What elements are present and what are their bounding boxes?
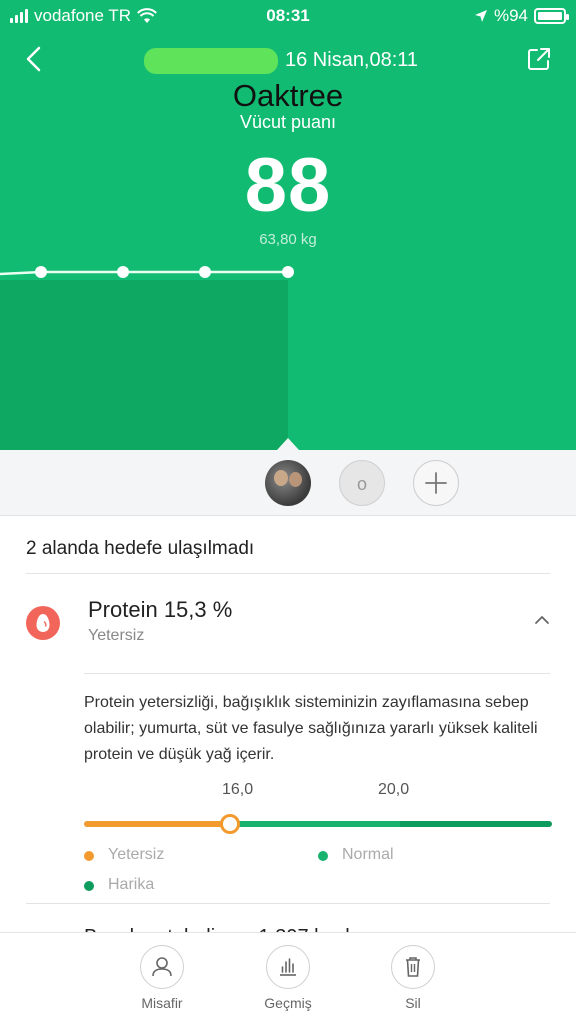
- user-icon: [152, 957, 172, 977]
- share-icon[interactable]: [526, 46, 552, 72]
- user-switcher: o: [0, 438, 576, 516]
- nav-delete-label: Sil: [405, 995, 421, 1011]
- avatar[interactable]: [265, 460, 311, 506]
- protein-icon: [26, 606, 60, 640]
- selection-pointer: [277, 438, 299, 450]
- trash-icon: [406, 957, 420, 977]
- range-normal: [230, 821, 400, 827]
- range-insufficient: [84, 821, 230, 827]
- scale-tick-label: 20,0: [378, 781, 410, 798]
- legend-dot-insufficient: [84, 851, 94, 861]
- trend-point: [35, 266, 47, 278]
- metric-description: Protein yetersizliği, bağışıklık sistemi…: [84, 694, 538, 763]
- bar-chart-icon: [280, 958, 296, 976]
- goal-summary: 2 alanda hedefe ulaşılmadı: [26, 538, 255, 559]
- nav-delete[interactable]: Sil: [373, 945, 453, 1011]
- nav-history[interactable]: Geçmiş: [248, 945, 328, 1011]
- legend-dot-great: [84, 881, 94, 891]
- nav-delete-circle: [391, 945, 435, 989]
- body-score-value: 88: [244, 143, 332, 228]
- body-score-header: vodafone TR 08:31 %94 16 Nisan,08:11 Oak…: [0, 0, 576, 450]
- range-great: [400, 821, 552, 827]
- location-arrow-icon: [474, 10, 487, 22]
- trend-point: [282, 266, 294, 278]
- nav-history-label: Geçmiş: [264, 995, 312, 1011]
- legend-normal: Normal: [342, 846, 394, 863]
- egg-icon: [36, 614, 50, 632]
- nav-history-circle: [266, 945, 310, 989]
- weight-value: 63,80 kg: [259, 231, 317, 248]
- trend-point: [199, 266, 211, 278]
- bottom-nav: Misafir Geçmiş Sil: [0, 932, 576, 1024]
- metric-title: Protein 15,3 %: [88, 597, 233, 622]
- nav-guest[interactable]: Misafir: [122, 945, 202, 1011]
- score-trend-chart: [0, 260, 576, 450]
- protein-range-scale: [84, 814, 552, 834]
- redacted-name-mark: [144, 48, 278, 74]
- status-bar: vodafone TR 08:31 %94: [0, 0, 576, 32]
- nav-guest-label: Misafir: [141, 995, 183, 1011]
- status-right: %94: [474, 6, 569, 26]
- back-icon[interactable]: [20, 44, 50, 74]
- plus-icon: [425, 472, 447, 494]
- divider: [26, 903, 550, 904]
- scale-tick-label: 16,0: [222, 781, 254, 798]
- user-o-button[interactable]: o: [339, 460, 385, 506]
- divider: [84, 673, 550, 674]
- trend-point: [117, 266, 129, 278]
- divider: [26, 573, 550, 574]
- profile-name: Oaktree: [232, 78, 344, 113]
- legend-great: Harika: [108, 876, 155, 893]
- measurement-date: 16 Nisan,08:11: [285, 49, 419, 71]
- app-screen: vodafone TR 08:31 %94 16 Nisan,08:11 Oak…: [0, 0, 576, 1024]
- nav-guest-circle: [140, 945, 184, 989]
- legend-dot-normal: [318, 851, 328, 861]
- top-bar: 16 Nisan,08:11: [0, 36, 576, 84]
- score-label: Vücut puanı: [239, 112, 337, 132]
- battery-icon: [534, 8, 569, 24]
- trend-line: [0, 266, 294, 278]
- add-user-button[interactable]: [413, 460, 459, 506]
- legend-insufficient: Yetersiz: [108, 846, 165, 863]
- battery-percent: %94: [493, 6, 528, 25]
- trend-area: [0, 280, 288, 450]
- value-marker: [220, 814, 240, 834]
- metric-status: Yetersiz: [88, 627, 145, 644]
- chevron-up-icon[interactable]: [534, 614, 550, 626]
